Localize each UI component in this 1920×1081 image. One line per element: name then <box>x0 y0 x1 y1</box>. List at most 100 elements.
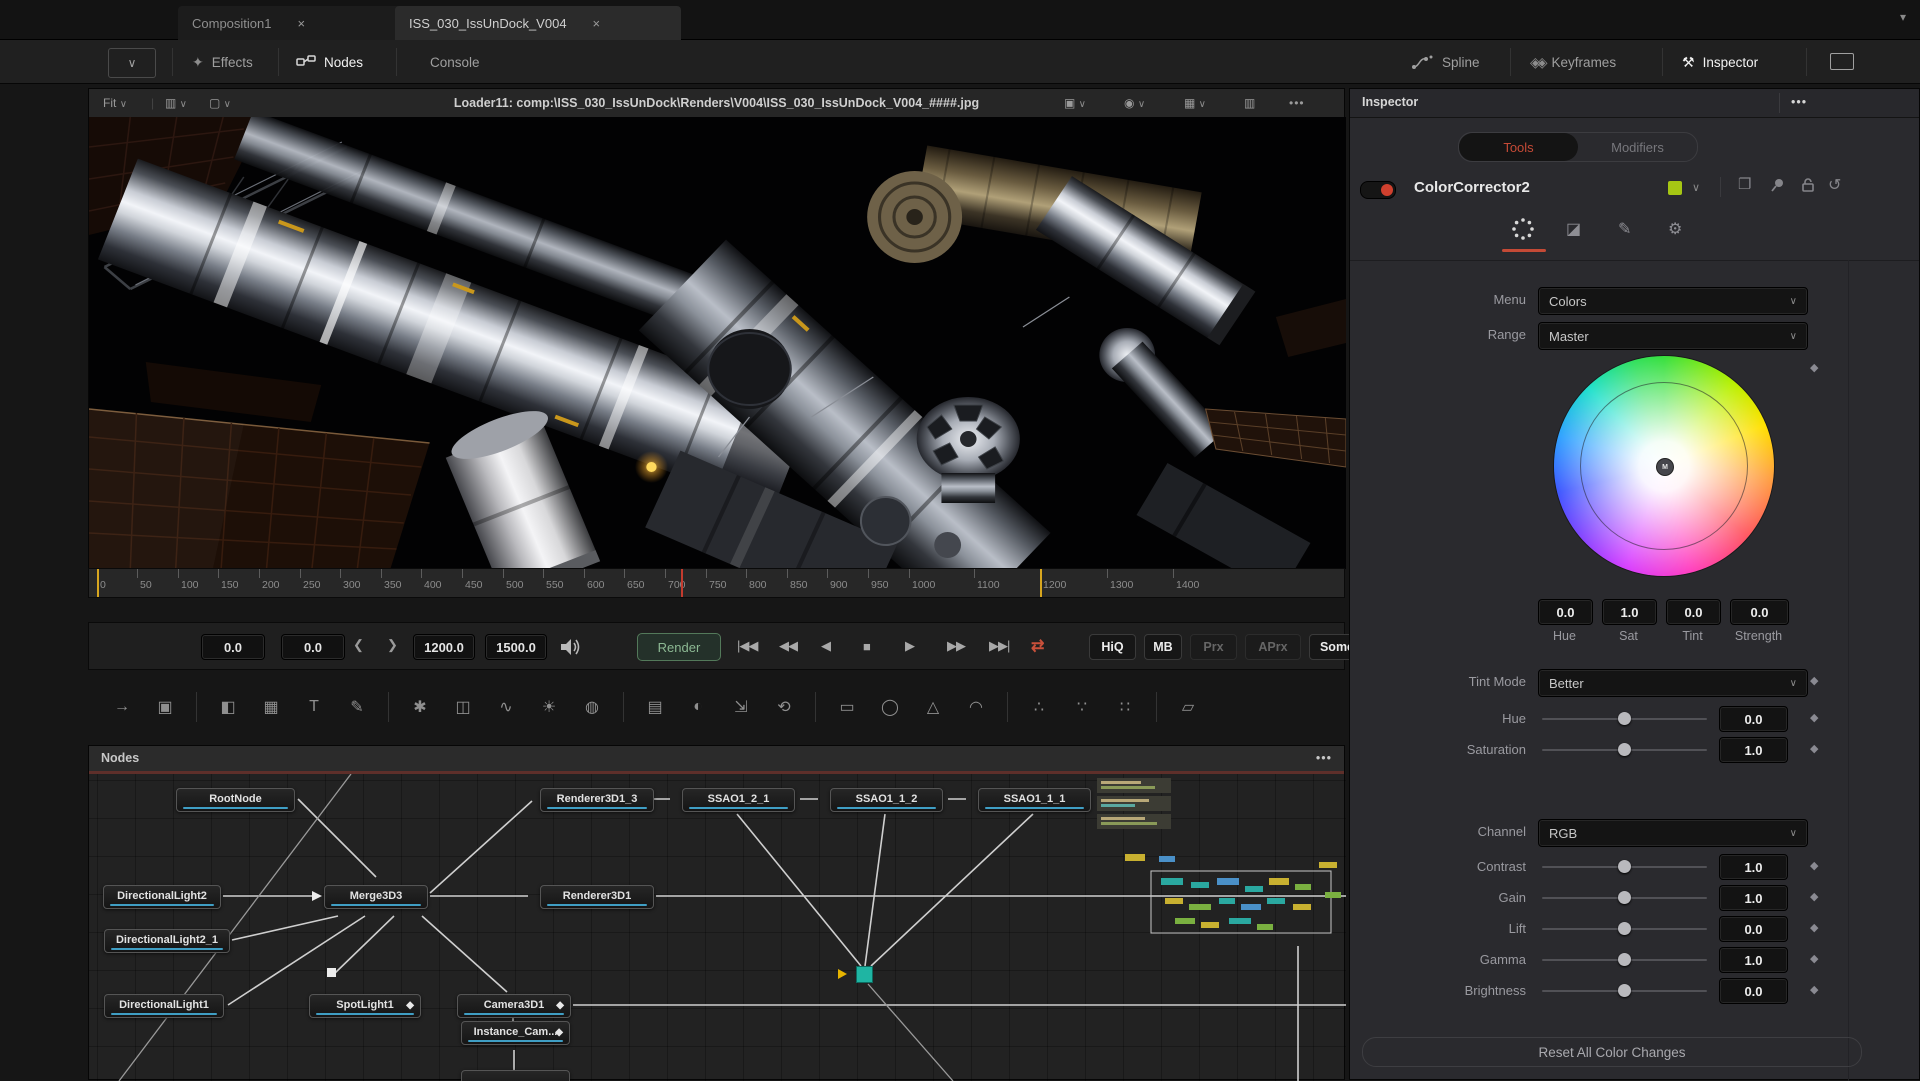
gain-slider[interactable] <box>1542 897 1707 899</box>
hue-value-field[interactable]: 0.0 <box>1719 706 1788 732</box>
goto-start-button[interactable]: |◀◀ <box>737 634 757 658</box>
console-button[interactable]: Console <box>430 40 480 84</box>
nodes-menu-icon[interactable]: ••• <box>1316 751 1332 765</box>
render-end-field[interactable]: 1500.0 <box>485 634 547 660</box>
keyframe-icon[interactable]: ◆ <box>1810 983 1818 996</box>
strength-value-field[interactable]: 0.0 <box>1730 599 1789 625</box>
hue-slider-knob[interactable] <box>1618 712 1631 725</box>
chevron-down-icon[interactable]: ∨ <box>1692 181 1700 194</box>
bspline-mask-icon[interactable]: ◠ <box>956 690 996 724</box>
contrast-value-field[interactable]: 1.0 <box>1719 854 1788 880</box>
play-button[interactable]: ▶ <box>905 634 914 658</box>
motion-blur-button[interactable]: MB <box>1144 634 1182 660</box>
playhead[interactable] <box>681 569 683 598</box>
roi-icon[interactable]: ▣ ∨ <box>1064 96 1086 110</box>
tint-value-field[interactable]: 0.0 <box>1666 599 1721 625</box>
loop-button[interactable]: ⇄ <box>1031 634 1044 658</box>
reset-node-icon[interactable]: ↺ <box>1828 175 1841 195</box>
particle-emitter-icon[interactable]: ∴ <box>1019 690 1059 724</box>
keyframe-icon[interactable]: ◆ <box>1810 859 1818 872</box>
node-instance-cam-[interactable]: Instance_Cam...◆ <box>461 1021 570 1045</box>
node-camera3d1[interactable]: Camera3D1◆ <box>457 994 571 1018</box>
node-ssao1-1-2[interactable]: SSAO1_1_2 <box>830 788 943 812</box>
menu-dropdown[interactable]: Colors∨ <box>1538 287 1808 315</box>
render-start-field[interactable]: 1200.0 <box>413 634 475 660</box>
ellipse-mask-icon[interactable]: ◯ <box>870 690 910 724</box>
keyframe-icon[interactable]: ◆ <box>1810 921 1818 934</box>
spline-button[interactable]: Spline <box>1412 40 1480 84</box>
pin-icon[interactable] <box>1770 177 1786 193</box>
settings-tab-icon[interactable]: ⚙ <box>1668 219 1682 239</box>
lift-slider-knob[interactable] <box>1618 922 1631 935</box>
reverse-play-button[interactable]: ◀ <box>821 634 830 658</box>
stop-button[interactable]: ■ <box>863 634 870 658</box>
paint-tab-icon[interactable]: ✎ <box>1618 219 1631 239</box>
node-directionallight1[interactable]: DirectionalLight1 <box>104 994 224 1018</box>
global-start-field[interactable]: 0.0 <box>201 634 265 660</box>
tab-modifiers[interactable]: Modifiers <box>1578 133 1697 161</box>
gamma-value-field[interactable]: 1.0 <box>1719 947 1788 973</box>
colorcorrector-icon[interactable]: ✱ <box>400 690 440 724</box>
effects-button[interactable]: ✦ Effects <box>192 40 253 84</box>
goto-end-button[interactable]: ▶▶| <box>989 634 1009 658</box>
nodes-button[interactable]: Nodes <box>296 40 363 84</box>
particle-images-icon[interactable]: ∵ <box>1062 690 1102 724</box>
reset-all-color-changes-button[interactable]: Reset All Color Changes <box>1362 1037 1862 1067</box>
input-port[interactable] <box>838 969 847 979</box>
paint-icon[interactable]: ✎ <box>337 690 377 724</box>
brightness-contrast-icon[interactable]: ∿ <box>486 690 526 724</box>
auto-proxy-button[interactable]: APrx <box>1245 634 1301 660</box>
close-icon[interactable]: × <box>298 16 306 31</box>
contrast-slider[interactable] <box>1542 866 1707 868</box>
keyframe-icon[interactable]: ◆ <box>1810 890 1818 903</box>
gain-value-field[interactable]: 1.0 <box>1719 885 1788 911</box>
viewer-menu-icon[interactable]: ••• <box>1289 96 1305 110</box>
hue-value-field[interactable]: 0.0 <box>1538 599 1593 625</box>
text-icon[interactable]: T <box>294 690 334 724</box>
fastnoise-icon[interactable]: ▦ <box>251 690 291 724</box>
loader-icon[interactable]: → <box>102 690 142 724</box>
tint-mode-dropdown[interactable]: Better∨ <box>1538 669 1808 697</box>
sat-value-field[interactable]: 1.0 <box>1602 599 1657 625</box>
tab-composition1[interactable]: Composition1 × <box>178 6 411 40</box>
node-directionallight2[interactable]: DirectionalLight2 <box>103 885 221 909</box>
node-ssao1-2-1[interactable]: SSAO1_2_1 <box>682 788 795 812</box>
polygon-mask-icon[interactable]: △ <box>913 690 953 724</box>
transform-icon[interactable]: ⟲ <box>764 690 804 724</box>
brightness-slider-knob[interactable] <box>1618 984 1631 997</box>
image-plane-3d-icon[interactable]: ▱ <box>1168 690 1208 724</box>
node-renderer3d1[interactable]: Renderer3D1 <box>540 885 654 909</box>
keyframe-icon[interactable]: ◆ <box>1810 952 1818 965</box>
prev-key-button[interactable]: ❮ <box>353 637 364 653</box>
node-enable-toggle[interactable] <box>1360 181 1396 199</box>
node-merge-output[interactable] <box>856 966 873 983</box>
colorcurves-icon[interactable]: ◫ <box>443 690 483 724</box>
keyframe-icon[interactable]: ◆ <box>1810 742 1818 755</box>
fast-forward-button[interactable]: ▶▶ <box>947 634 965 658</box>
node-spotlight1[interactable]: SpotLight1◆ <box>309 994 421 1018</box>
node-graph[interactable]: RootNodeRenderer3D1_3SSAO1_2_1SSAO1_1_2S… <box>89 774 1346 1081</box>
color-tab-icon[interactable] <box>1510 216 1536 240</box>
resize-icon[interactable]: ⇲ <box>721 690 761 724</box>
lock-icon[interactable] <box>1800 177 1816 193</box>
render-end-marker[interactable] <box>1040 569 1042 598</box>
hue-slider[interactable] <box>1542 718 1707 720</box>
modifier-diamond[interactable]: ◆ <box>555 1026 563 1040</box>
render-button[interactable]: Render <box>637 633 721 661</box>
brightness-slider[interactable] <box>1542 990 1707 992</box>
tab-tools[interactable]: Tools <box>1459 133 1578 161</box>
lift-slider[interactable] <box>1542 928 1707 930</box>
node-merge3d3[interactable]: Merge3D3∨∨ <box>324 885 428 909</box>
next-key-button[interactable]: ❯ <box>387 637 398 653</box>
close-icon[interactable]: × <box>593 16 601 31</box>
modifier-diamond[interactable]: ◆ <box>556 999 564 1013</box>
merge-icon[interactable]: ▤ <box>635 690 675 724</box>
saturation-value-field[interactable]: 1.0 <box>1719 737 1788 763</box>
background-icon[interactable]: ◧ <box>208 690 248 724</box>
inspector-menu-icon[interactable]: ••• <box>1791 95 1807 109</box>
contrast-slider-knob[interactable] <box>1618 860 1631 873</box>
saver-icon[interactable]: ▣ <box>145 690 185 724</box>
viewer-image[interactable] <box>89 117 1346 569</box>
chevron-down-icon[interactable]: ▾ <box>1900 10 1906 24</box>
grid-view-icon[interactable]: ▦ ∨ <box>1184 96 1206 110</box>
